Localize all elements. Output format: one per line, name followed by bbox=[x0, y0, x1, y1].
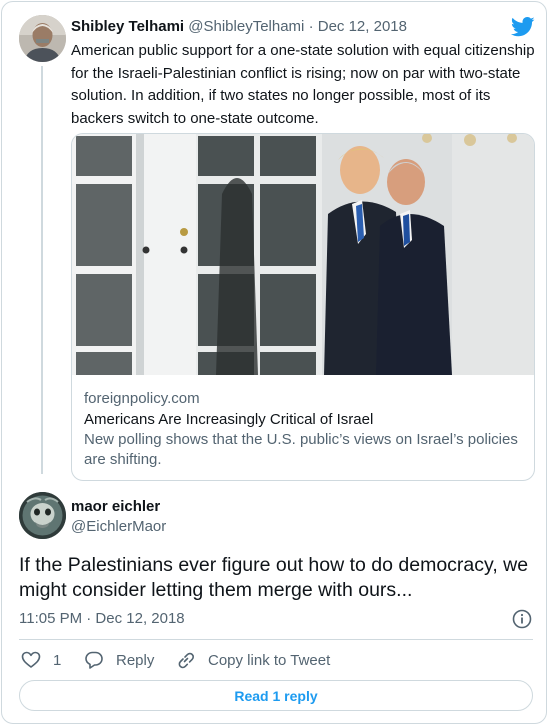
shibley-telhami-avatar[interactable] bbox=[19, 15, 66, 62]
link-preview-card[interactable]: foreignpolicy.com Americans Are Increasi… bbox=[71, 133, 535, 481]
info-icon[interactable] bbox=[512, 609, 532, 629]
reply-button[interactable]: Reply bbox=[84, 650, 154, 670]
reply-author-name[interactable]: maor eichler bbox=[71, 498, 160, 515]
header-separator: · bbox=[308, 18, 314, 35]
reply-timestamp[interactable]: 11:05 PM · Dec 12, 2018 bbox=[19, 610, 185, 627]
reply-author-handle[interactable]: @EichlerMaor bbox=[71, 518, 166, 535]
like-button[interactable]: 1 bbox=[21, 650, 61, 670]
link-icon bbox=[178, 652, 194, 669]
parent-tweet-date[interactable]: Dec 12, 2018 bbox=[318, 18, 407, 35]
link-card-title: Americans Are Increasingly Critical of I… bbox=[84, 411, 374, 428]
maor-eichler-avatar[interactable] bbox=[19, 492, 66, 539]
read-replies-button[interactable]: Read 1 reply bbox=[19, 680, 533, 711]
action-divider bbox=[19, 639, 533, 640]
copy-link-button[interactable]: Copy link to Tweet bbox=[176, 650, 330, 670]
speech-bubble-icon bbox=[85, 651, 103, 669]
tweet-embed-card: Shibley Telhami @ShibleyTelhami · Dec 12… bbox=[1, 1, 547, 724]
reply-tweet-text: If the Palestinians ever figure out how … bbox=[19, 554, 529, 601]
parent-tweet-text: American public support for a one-state … bbox=[71, 42, 535, 127]
link-card-domain: foreignpolicy.com bbox=[84, 390, 200, 407]
parent-author-handle[interactable]: @ShibleyTelhami bbox=[188, 18, 304, 35]
copy-link-label: Copy link to Tweet bbox=[208, 651, 331, 669]
article-photo bbox=[72, 134, 534, 375]
like-count: 1 bbox=[53, 651, 62, 669]
parent-tweet-header: Shibley Telhami @ShibleyTelhami · Dec 12… bbox=[71, 18, 407, 35]
read-replies-label: Read 1 reply bbox=[234, 687, 318, 704]
parent-author-name[interactable]: Shibley Telhami bbox=[71, 18, 184, 35]
heart-icon bbox=[21, 651, 41, 668]
thread-connector-line bbox=[41, 66, 43, 474]
reply-label: Reply bbox=[116, 651, 155, 669]
link-card-description: New polling shows that the U.S. public’s… bbox=[84, 431, 518, 468]
twitter-bird-icon[interactable] bbox=[511, 17, 535, 37]
